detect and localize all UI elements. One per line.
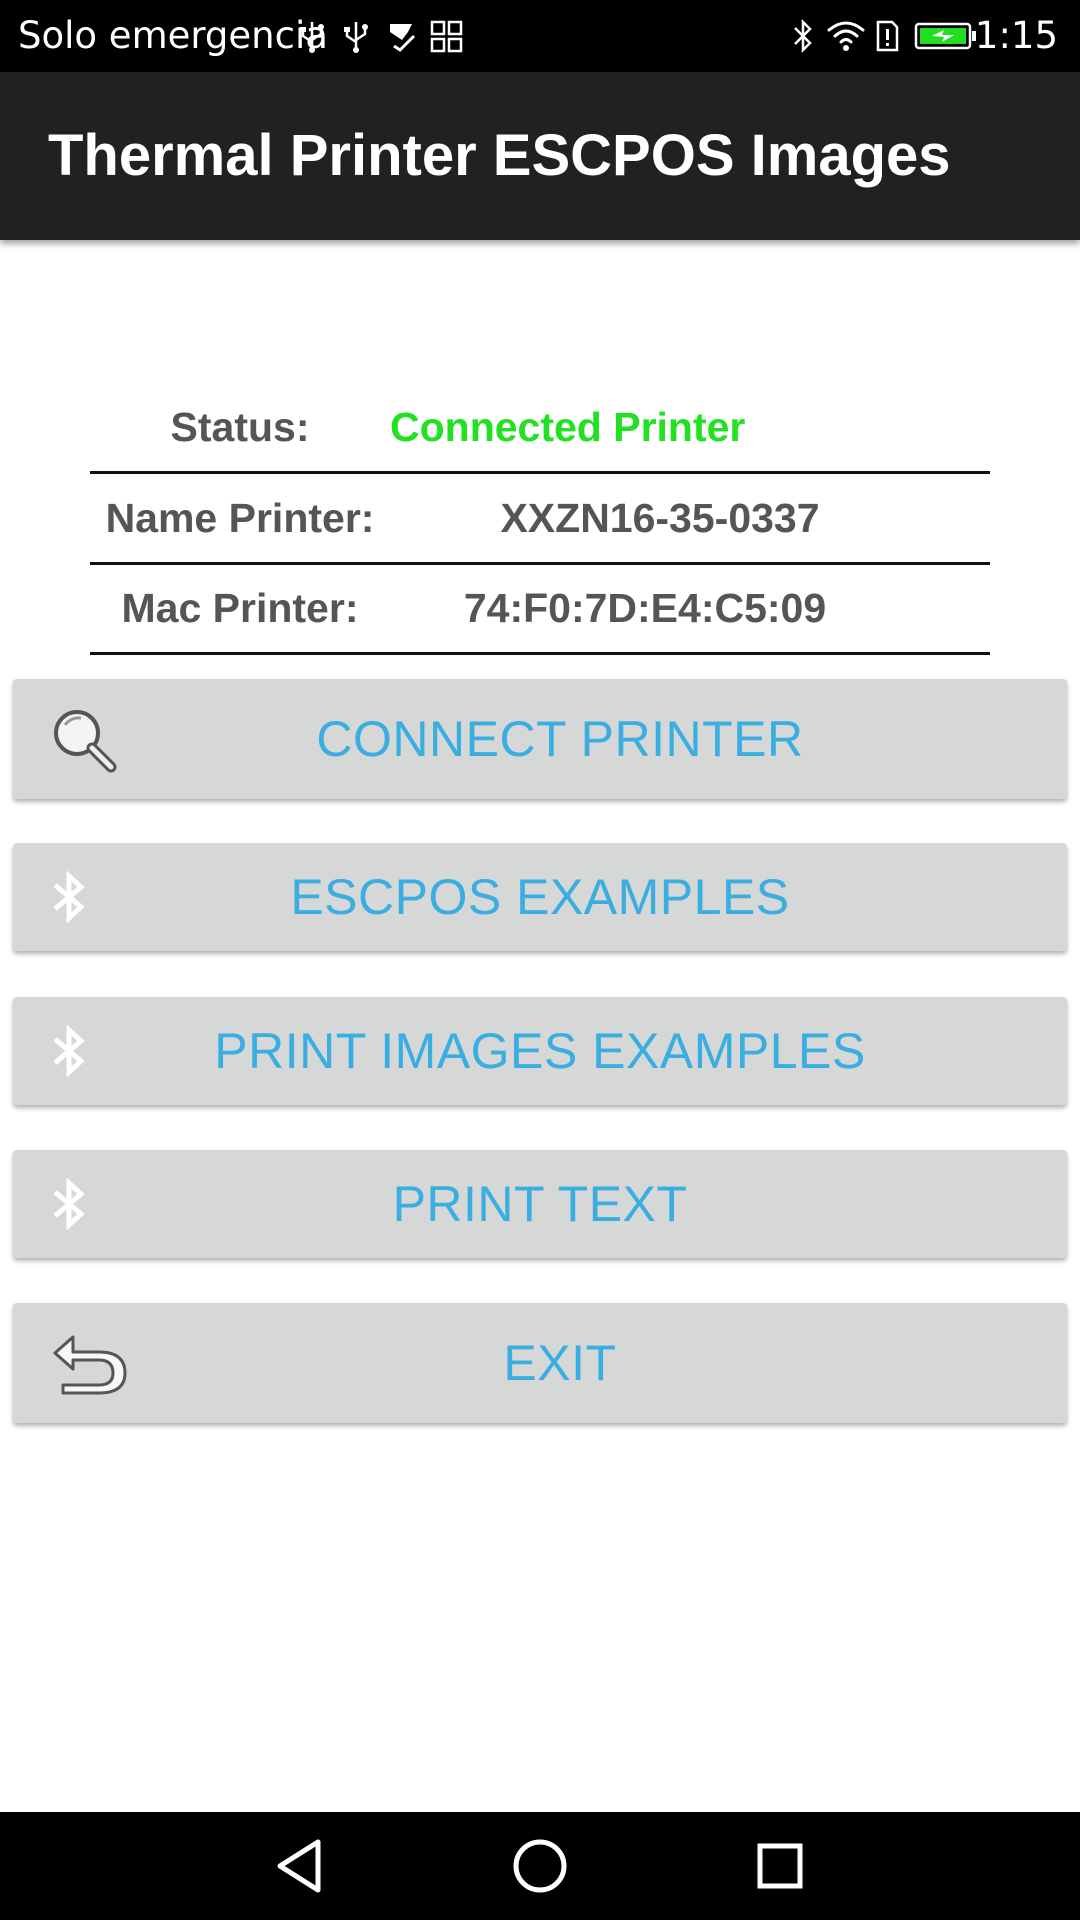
- mac-printer-value: 74:F0:7D:E4:C5:09: [463, 585, 827, 631]
- name-printer-value: XXZN16-35-0337: [500, 495, 820, 541]
- print-text-button[interactable]: PRINT TEXT: [13, 1150, 1067, 1258]
- wifi-icon: [827, 21, 865, 51]
- apps-icon: [430, 20, 463, 53]
- name-printer-row: Name Printer: XXZN16-35-0337: [90, 474, 990, 565]
- name-printer-label: Name Printer:: [105, 495, 375, 541]
- navigation-bar: [0, 1812, 1080, 1920]
- download-check-icon: [390, 24, 416, 52]
- mac-printer-label: Mac Printer:: [121, 585, 359, 631]
- bluetooth-icon: [794, 18, 812, 54]
- app-title: Thermal Printer ESCPOS Images: [48, 123, 951, 188]
- carrier-text: Solo emergencia: [18, 14, 328, 57]
- print-text-label: PRINT TEXT: [392, 1176, 688, 1232]
- alert-icon: [876, 20, 899, 52]
- status-bar: Solo emergencia 1:15: [0, 0, 1080, 72]
- status-label: Status:: [170, 404, 310, 450]
- back-triangle-icon[interactable]: [270, 1834, 334, 1898]
- app-bar: Thermal Printer ESCPOS Images: [0, 72, 1080, 240]
- battery-charging-icon: [914, 22, 976, 50]
- print-images-examples-button[interactable]: PRINT IMAGES EXAMPLES: [13, 997, 1067, 1105]
- connect-printer-button[interactable]: CONNECT PRINTER: [13, 679, 1067, 799]
- usb-icon: [344, 22, 368, 53]
- exit-label: EXIT: [503, 1335, 617, 1391]
- mac-printer-row: Mac Printer: 74:F0:7D:E4:C5:09: [90, 564, 990, 655]
- status-value: Connected Printer: [390, 404, 746, 450]
- home-circle-icon[interactable]: [508, 1834, 572, 1898]
- exit-button[interactable]: EXIT: [13, 1303, 1067, 1423]
- connect-printer-label: CONNECT PRINTER: [316, 711, 804, 767]
- escpos-examples-button[interactable]: ESCPOS EXAMPLES: [13, 843, 1067, 951]
- usb-icon: [300, 22, 324, 53]
- clock-time: 1:15: [974, 14, 1058, 57]
- status-row: Status: Connected Printer: [90, 383, 990, 474]
- recents-square-icon[interactable]: [748, 1834, 812, 1898]
- escpos-examples-label: ESCPOS EXAMPLES: [290, 869, 790, 925]
- print-images-examples-label: PRINT IMAGES EXAMPLES: [214, 1023, 866, 1079]
